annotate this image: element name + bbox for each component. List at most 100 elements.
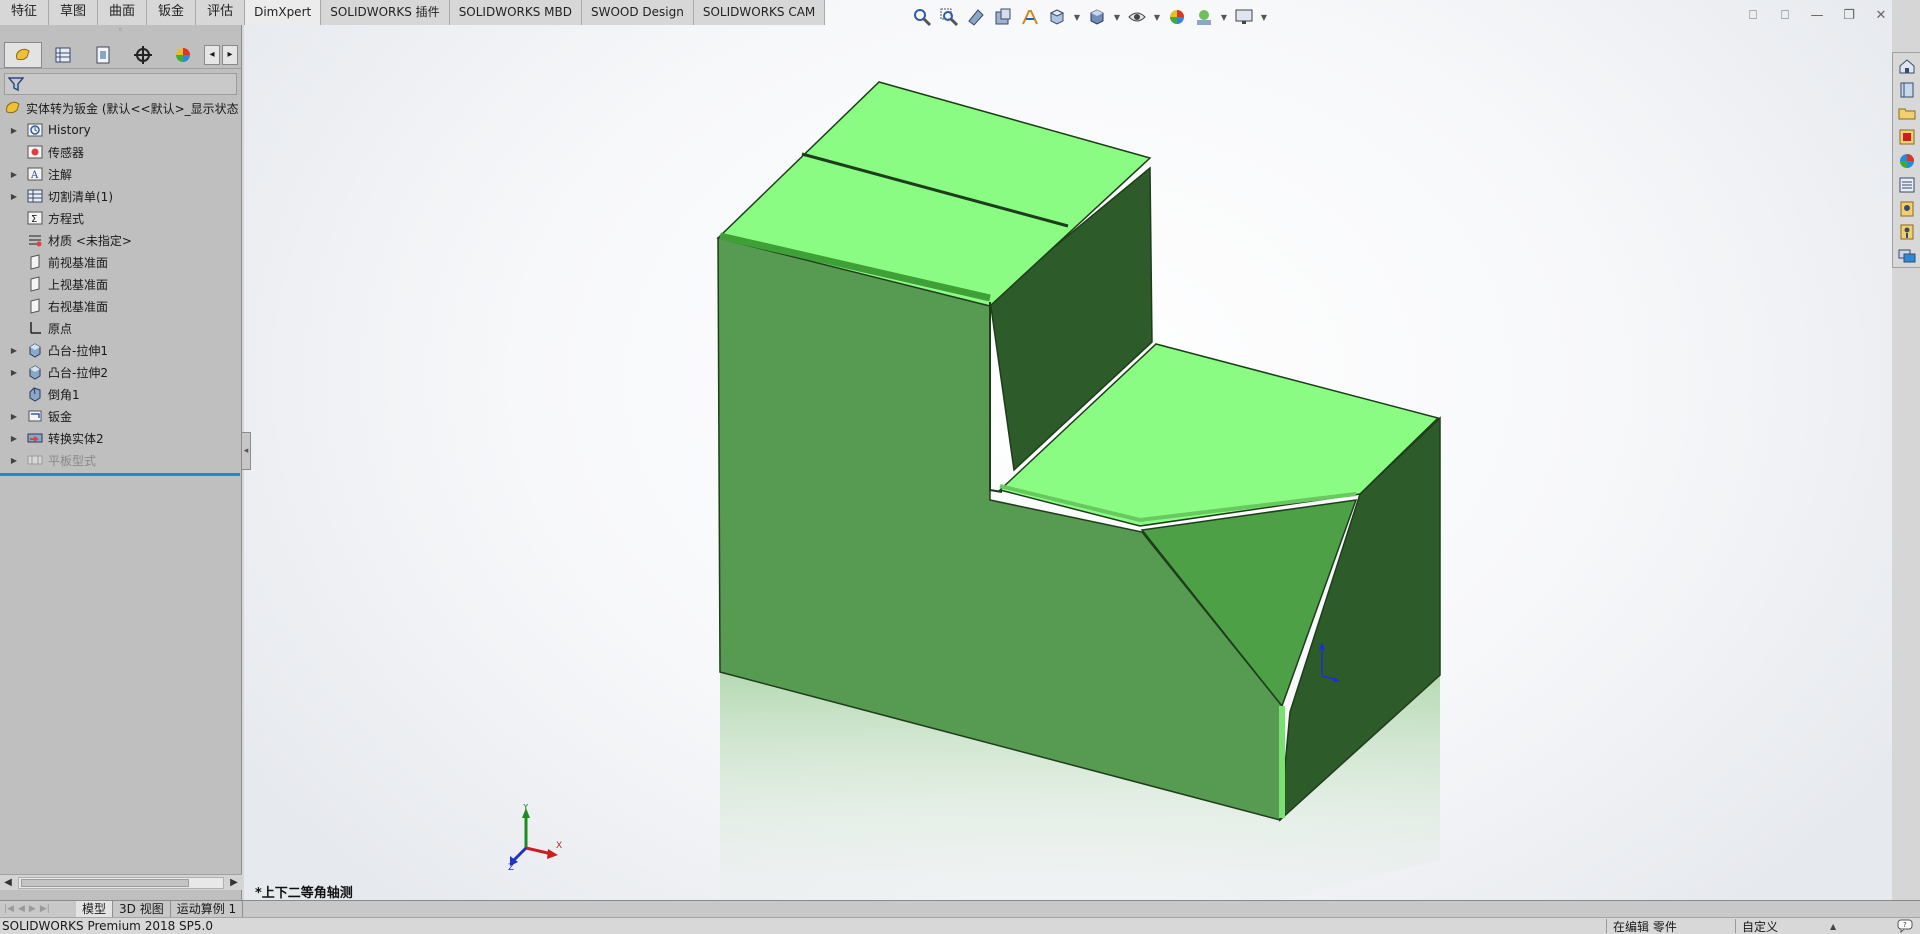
tab-3d-views[interactable]: 3D 视图 <box>113 900 171 918</box>
tree-item-front-plane[interactable]: 前视基准面 <box>0 251 241 273</box>
expand-arrow[interactable]: ▶ <box>8 412 20 421</box>
tree-item-top-plane[interactable]: 上视基准面 <box>0 273 241 295</box>
tree-item-material[interactable]: 材质 <未指定> <box>0 229 241 251</box>
task-pane-resources-button[interactable] <box>1896 221 1918 243</box>
tab-features[interactable]: 特征 <box>0 0 50 25</box>
feature-manager-tab[interactable] <box>4 41 42 68</box>
scroll-right-arrow[interactable]: ▶ <box>226 877 242 888</box>
expand-arrow[interactable]: ▶ <box>8 126 20 135</box>
command-manager-tabs: 特征 草图 曲面 钣金 评估 DimXpert SOLIDWORKS 插件 SO… <box>0 0 826 25</box>
svg-text:Σ: Σ <box>31 214 37 225</box>
tree-item-equations[interactable]: Σ 方程式 <box>0 207 241 229</box>
tree-item-label: 切割清单(1) <box>48 189 113 204</box>
tabs-scroll-left[interactable]: ◂ <box>204 44 220 65</box>
tab-motion-study-1[interactable]: 运动算例 1 <box>171 900 244 918</box>
tree-item-history[interactable]: ▶ History <box>0 119 241 141</box>
apply-scene-dropdown[interactable]: ▼ <box>1219 6 1229 28</box>
tree-horizontal-scrollbar[interactable]: ◀ ▶ <box>0 874 242 890</box>
tab-model[interactable]: 模型 <box>76 900 114 918</box>
tab-solidworks-mbd[interactable]: SOLIDWORKS MBD <box>449 0 582 25</box>
task-pane-home-button[interactable] <box>1896 55 1918 77</box>
expand-arrow[interactable]: ▶ <box>8 170 20 179</box>
task-pane-design-library-button[interactable] <box>1896 79 1918 101</box>
tab-solidworks-cam[interactable]: SOLIDWORKS CAM <box>693 0 826 25</box>
apply-scene-button[interactable] <box>1192 6 1216 28</box>
view-orientation-button[interactable] <box>1045 6 1069 28</box>
tree-item-label: 方程式 <box>48 211 85 226</box>
sheet-metal-model[interactable] <box>244 0 1892 900</box>
close-button[interactable]: ✕ <box>1872 6 1890 24</box>
expand-arrow[interactable]: ▶ <box>8 346 20 355</box>
task-pane-view-palette-button[interactable] <box>1896 126 1918 148</box>
tree-item-cut-list[interactable]: ▶ 切割清单(1) <box>0 185 241 207</box>
tree-item-annotations[interactable]: ▶ A 注解 <box>0 163 241 185</box>
configuration-manager-tab[interactable] <box>84 42 122 68</box>
task-pane-forum-button[interactable] <box>1896 198 1918 220</box>
sheet-metal-icon <box>28 410 42 422</box>
expand-arrow[interactable]: ▶ <box>8 368 20 377</box>
tree-item-sheet-metal[interactable]: ▶ 钣金 <box>0 405 241 427</box>
tab-dimxpert[interactable]: DimXpert <box>245 0 322 25</box>
scroll-left-arrow[interactable]: ◀ <box>0 877 16 888</box>
edit-appearance-button[interactable] <box>1165 6 1189 28</box>
tab-surfaces[interactable]: 曲面 <box>98 0 148 25</box>
chamfer-icon <box>29 387 41 402</box>
property-manager-tab[interactable] <box>44 42 82 68</box>
tree-filter-input[interactable] <box>28 75 236 93</box>
graphics-area[interactable]: Y X Z <box>244 0 1892 900</box>
tab-sheet-metal[interactable]: 钣金 <box>147 0 197 25</box>
zoom-to-area-icon <box>940 8 959 27</box>
help-button[interactable]: ? <box>1890 919 1920 933</box>
rollback-bar[interactable] <box>0 473 240 476</box>
tile-right-button[interactable]: ⎕ <box>1776 6 1794 24</box>
display-style-button[interactable] <box>1085 6 1109 28</box>
display-style-dropdown[interactable]: ▼ <box>1112 6 1122 28</box>
view-settings-dropdown[interactable]: ▼ <box>1259 6 1269 28</box>
tabs-scroll-right[interactable]: ▸ <box>222 44 238 65</box>
tree-item-label: 材质 <未指定> <box>48 233 132 248</box>
minimize-button[interactable]: — <box>1808 6 1826 24</box>
expand-arrow[interactable]: ▶ <box>8 434 20 443</box>
scroll-thumb[interactable] <box>21 878 189 887</box>
task-pane-custom-properties-button[interactable] <box>1896 174 1918 196</box>
expand-arrow[interactable]: ▶ <box>8 192 20 201</box>
tab-swood-design[interactable]: SWOOD Design <box>582 0 694 25</box>
tree-item-convert-solid-2[interactable]: ▶ 转换实体2 <box>0 427 241 449</box>
tree-item-origin[interactable]: 原点 <box>0 317 241 339</box>
unit-system-dropdown[interactable]: ▲ <box>1830 922 1890 931</box>
dynamic-annotation-button[interactable] <box>1018 6 1042 28</box>
panel-grip[interactable]: ◦ <box>0 25 241 41</box>
task-pane-community-button[interactable] <box>1896 245 1918 267</box>
zoom-to-area-button[interactable] <box>937 6 961 28</box>
tree-item-boss-extrude-2[interactable]: ▶ 凸台-拉伸2 <box>0 361 241 383</box>
section-view-button[interactable] <box>991 6 1015 28</box>
tab-evaluate[interactable]: 评估 <box>196 0 246 25</box>
tree-item-label: 原点 <box>48 321 73 336</box>
tree-item-right-plane[interactable]: 右视基准面 <box>0 295 241 317</box>
dimxpert-manager-icon <box>134 45 152 64</box>
tree-item-boss-extrude-1[interactable]: ▶ 凸台-拉伸1 <box>0 339 241 361</box>
view-orientation-dropdown[interactable]: ▼ <box>1072 6 1082 28</box>
previous-view-button[interactable] <box>964 6 988 28</box>
task-pane-appearances-button[interactable] <box>1896 150 1918 172</box>
tile-left-button[interactable]: ⎕ <box>1744 6 1762 24</box>
panel-collapse-handle[interactable]: ◂ <box>241 432 251 470</box>
display-manager-tab[interactable] <box>164 42 202 68</box>
tree-root-part[interactable]: 实体转为钣金 (默认<<默认>_显示状态 <box>0 97 241 119</box>
zoom-to-fit-button[interactable] <box>910 6 934 28</box>
task-pane-file-explorer-button[interactable] <box>1896 103 1918 125</box>
scroll-track[interactable] <box>18 876 224 889</box>
tab-sketch[interactable]: 草图 <box>49 0 99 25</box>
hide-show-dropdown[interactable]: ▼ <box>1152 6 1162 28</box>
view-settings-button[interactable] <box>1232 6 1256 28</box>
restore-button[interactable]: ❐ <box>1840 6 1858 24</box>
expand-arrow[interactable]: ▶ <box>8 456 20 465</box>
tree-item-sensors[interactable]: 传感器 <box>0 141 241 163</box>
tab-solidworks-addins[interactable]: SOLIDWORKS 插件 <box>321 0 450 25</box>
tab-nav-arrows[interactable]: |◀ ◀ ▶ ▶| <box>0 904 76 914</box>
tree-item-flat-pattern[interactable]: ▶ 平板型式 <box>0 449 241 471</box>
unit-system-selector[interactable]: 自定义 <box>1742 918 1830 934</box>
hide-show-items-button[interactable] <box>1125 6 1149 28</box>
tree-item-chamfer-1[interactable]: 倒角1 <box>0 383 241 405</box>
dimxpert-manager-tab[interactable] <box>124 42 162 68</box>
